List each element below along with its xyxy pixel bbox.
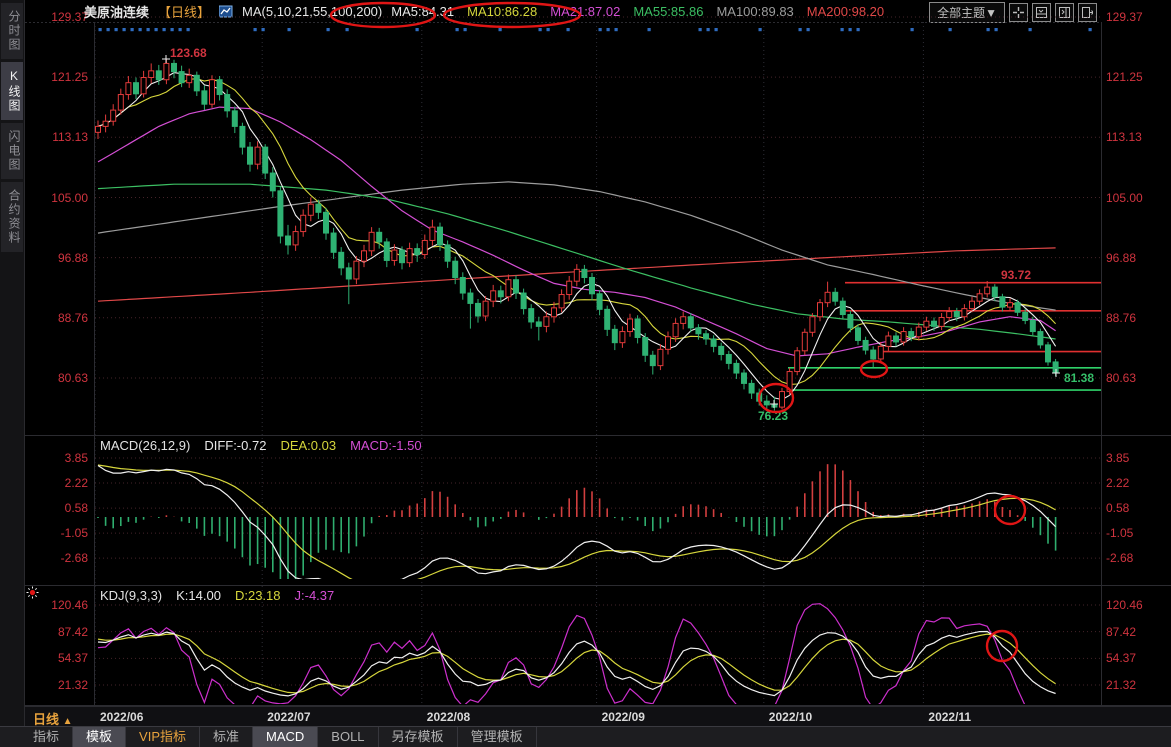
theme-select-button[interactable]: 全部主题▼ — [929, 2, 1005, 23]
axis-tick: 0.58 — [30, 501, 88, 515]
date-label-1: 2022/07 — [267, 710, 310, 724]
axis-tick: 120.46 — [1106, 598, 1143, 612]
period-label: 日线 — [33, 712, 59, 727]
price-annotation-1: 93.72 — [1001, 268, 1031, 282]
kdj-caption: KDJ(9,3,3) — [100, 588, 162, 603]
sidebar-tab-1[interactable]: K线图 — [1, 62, 23, 120]
axis-tick: 105.00 — [1106, 191, 1143, 205]
kdj-panel-header: KDJ(9,3,3) K:14.00 D:23.18 J:-4.37 — [100, 588, 334, 603]
toolbar-item-5[interactable]: BOLL — [318, 727, 378, 747]
labels-layer: 129.37 129.37 121.25 121.25 113.13 113.13 105.… — [0, 0, 1171, 747]
header-controls: 全部主题▼ — [929, 2, 1097, 23]
pane-split-right-icon[interactable] — [1055, 3, 1074, 22]
app-window: 129.37 129.37 121.25 121.25 113.13 113.13 105.… — [0, 0, 1171, 747]
axis-tick: 87.42 — [30, 625, 88, 639]
kdj-d-value: D:23.18 — [235, 588, 281, 603]
axis-tick: 105.00 — [30, 191, 88, 205]
period-tag: 【日线】 — [158, 2, 210, 21]
ma-legend: MA5:84.31 MA10:86.28 MA21:87.02 MA55:85.86 M… — [391, 4, 884, 19]
macd-caption: MACD(26,12,9) — [100, 438, 190, 453]
axis-tick: 2.22 — [1106, 476, 1129, 490]
price-annotation-0: 123.68 — [170, 46, 207, 60]
macd-macd-value: MACD:-1.50 — [350, 438, 422, 453]
axis-tick: 54.37 — [30, 651, 88, 665]
kdj-j-value: J:-4.37 — [295, 588, 335, 603]
price-annotation-2: 81.38 — [1064, 371, 1094, 385]
axis-tick: 54.37 — [1106, 651, 1136, 665]
axis-tick: -2.68 — [30, 551, 88, 565]
ma-legend-value-1: MA10:86.28 — [467, 4, 537, 19]
sidebar-tab-0[interactable]: 分时图 — [1, 3, 23, 59]
axis-tick: 121.25 — [30, 70, 88, 84]
axis-tick: -1.05 — [30, 526, 88, 540]
date-label-3: 2022/09 — [602, 710, 645, 724]
axis-tick: 3.85 — [30, 451, 88, 465]
chart-header: 美原油连续 【日线】 MA(5,10,21,55,100,200) MA5:84… — [84, 0, 884, 22]
price-annotation-3: 76.23 — [758, 409, 788, 423]
kline-icon — [219, 5, 233, 18]
axis-tick: -2.68 — [1106, 551, 1133, 565]
axis-tick: 129.37 — [30, 10, 88, 24]
toolbar-item-6[interactable]: 另存模板 — [379, 727, 458, 747]
axis-tick: 121.25 — [1106, 70, 1143, 84]
ma-legend-value-4: MA100:89.83 — [716, 4, 793, 19]
ma-legend-value-0: MA5:84.31 — [391, 4, 454, 19]
axis-tick: 0.58 — [1106, 501, 1129, 515]
axis-tick: 88.76 — [1106, 311, 1136, 325]
ma-legend-value-3: MA55:85.86 — [633, 4, 703, 19]
toolbar-item-4[interactable]: MACD — [253, 727, 318, 747]
axis-tick: 21.32 — [30, 678, 88, 692]
kdj-k-value: K:14.00 — [176, 588, 221, 603]
toolbar-item-2[interactable]: VIP指标 — [126, 727, 200, 747]
date-label-5: 2022/11 — [928, 710, 971, 724]
macd-dea-value: DEA:0.03 — [280, 438, 336, 453]
macd-diff-value: DIFF:-0.72 — [204, 438, 266, 453]
sidebar-tab-2[interactable]: 闪电图 — [1, 123, 23, 179]
toolbar-item-3[interactable]: 标准 — [200, 727, 253, 747]
left-sidebar: 分时图 K线图闪电图合约资料 — [0, 0, 25, 747]
axis-tick: 21.32 — [1106, 678, 1136, 692]
axis-tick: 80.63 — [1106, 371, 1136, 385]
macd-panel-header: MACD(26,12,9) DIFF:-0.72 DEA:0.03 MACD:-… — [100, 438, 422, 453]
date-label-0: 2022/06 — [100, 710, 143, 724]
ma-caption: MA(5,10,21,55,100,200) — [242, 4, 382, 19]
date-label-4: 2022/10 — [769, 710, 812, 724]
axis-tick: 2.22 — [30, 476, 88, 490]
instrument-title: 美原油连续 — [84, 2, 149, 21]
axis-tick: 87.42 — [1106, 625, 1136, 639]
axis-tick: 113.13 — [1106, 130, 1142, 144]
axis-tick: 113.13 — [30, 130, 88, 144]
pane-pop-out-icon[interactable] — [1078, 3, 1097, 22]
kdj-hot-icon — [26, 586, 39, 604]
pane-split-bottom-icon[interactable] — [1032, 3, 1051, 22]
axis-tick: 96.88 — [30, 251, 88, 265]
axis-tick: 80.63 — [30, 371, 88, 385]
axis-tick: 88.76 — [30, 311, 88, 325]
date-axis-row: 日线 ▲ 2022/062022/072022/082022/092022/10… — [25, 706, 1171, 727]
toolbar-item-0[interactable]: 指标 — [20, 727, 73, 747]
axis-tick: 3.85 — [1106, 451, 1129, 465]
ma-legend-value-5: MA200:98.20 — [807, 4, 884, 19]
bottom-toolbar: 指标模板VIP指标标准MACDBOLL另存模板管理模板 — [0, 726, 1171, 747]
date-label-2: 2022/08 — [427, 710, 470, 724]
toolbar-item-1[interactable]: 模板 — [73, 727, 126, 747]
sidebar-tab-3[interactable]: 合约资料 — [1, 182, 23, 252]
axis-tick: 96.88 — [1106, 251, 1136, 265]
axis-tick: -1.05 — [1106, 526, 1133, 540]
axis-tick: 129.37 — [1106, 10, 1143, 24]
toolbar-item-7[interactable]: 管理模板 — [458, 727, 537, 747]
crosshair-icon[interactable] — [1009, 3, 1028, 22]
ma-legend-value-2: MA21:87.02 — [550, 4, 620, 19]
